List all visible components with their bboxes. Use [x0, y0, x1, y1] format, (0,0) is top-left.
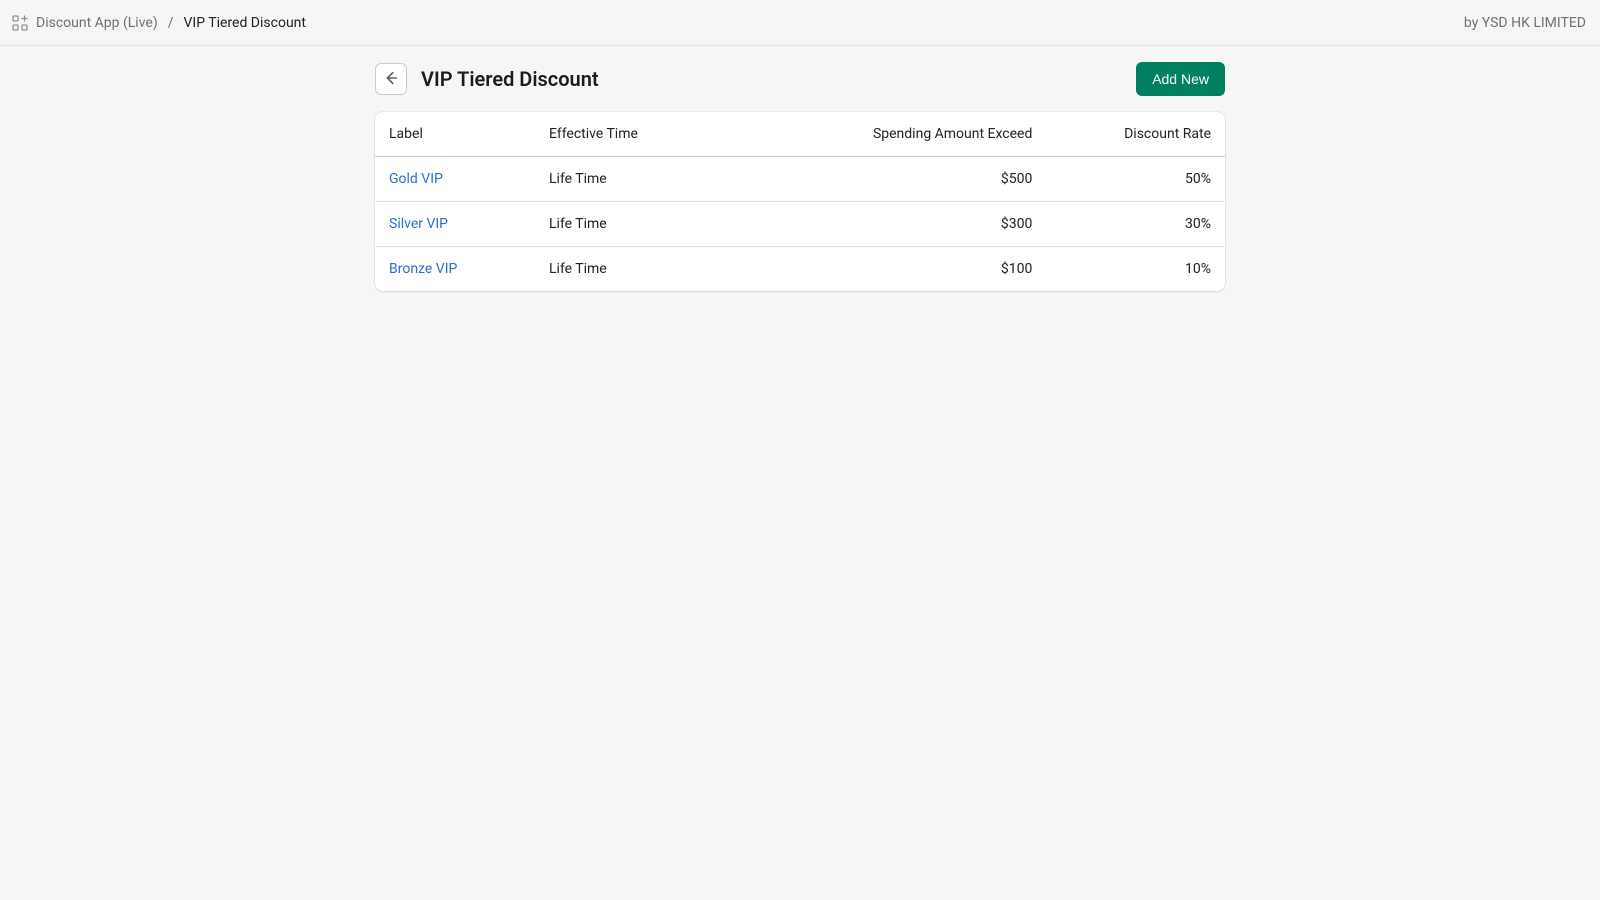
tier-discount: 50%: [1046, 157, 1225, 202]
breadcrumb: Discount App (Live) / VIP Tiered Discoun…: [12, 15, 306, 31]
column-header-label: Label: [375, 112, 535, 157]
page-header: VIP Tiered Discount Add New: [375, 62, 1225, 96]
back-button[interactable]: [375, 63, 407, 95]
tier-discount: 30%: [1046, 202, 1225, 247]
add-new-button[interactable]: Add New: [1136, 62, 1225, 96]
breadcrumb-current: VIP Tiered Discount: [183, 15, 306, 31]
table-row[interactable]: Gold VIP Life Time $500 50%: [375, 157, 1225, 202]
column-header-discount: Discount Rate: [1046, 112, 1225, 157]
tier-link[interactable]: Gold VIP: [389, 171, 443, 187]
tier-spending: $300: [755, 202, 1046, 247]
column-header-effective-time: Effective Time: [535, 112, 755, 157]
tier-link[interactable]: Silver VIP: [389, 216, 448, 232]
tier-discount: 10%: [1046, 247, 1225, 292]
tier-effective-time: Life Time: [535, 202, 755, 247]
table-row[interactable]: Silver VIP Life Time $300 30%: [375, 202, 1225, 247]
arrow-left-icon: [382, 69, 400, 90]
tier-effective-time: Life Time: [535, 157, 755, 202]
tiers-table: Label Effective Time Spending Amount Exc…: [375, 112, 1225, 291]
page-title: VIP Tiered Discount: [421, 67, 599, 91]
vendor-label: by YSD HK LIMITED: [1464, 15, 1586, 31]
column-header-spending: Spending Amount Exceed: [755, 112, 1046, 157]
app-icon: [12, 15, 28, 31]
tier-link[interactable]: Bronze VIP: [389, 261, 457, 277]
tier-effective-time: Life Time: [535, 247, 755, 292]
table-row[interactable]: Bronze VIP Life Time $100 10%: [375, 247, 1225, 292]
tiers-table-card: Label Effective Time Spending Amount Exc…: [375, 112, 1225, 291]
breadcrumb-app-link[interactable]: Discount App (Live): [36, 15, 158, 31]
tier-spending: $100: [755, 247, 1046, 292]
breadcrumb-separator: /: [168, 15, 174, 31]
topbar: Discount App (Live) / VIP Tiered Discoun…: [0, 0, 1600, 46]
tier-spending: $500: [755, 157, 1046, 202]
